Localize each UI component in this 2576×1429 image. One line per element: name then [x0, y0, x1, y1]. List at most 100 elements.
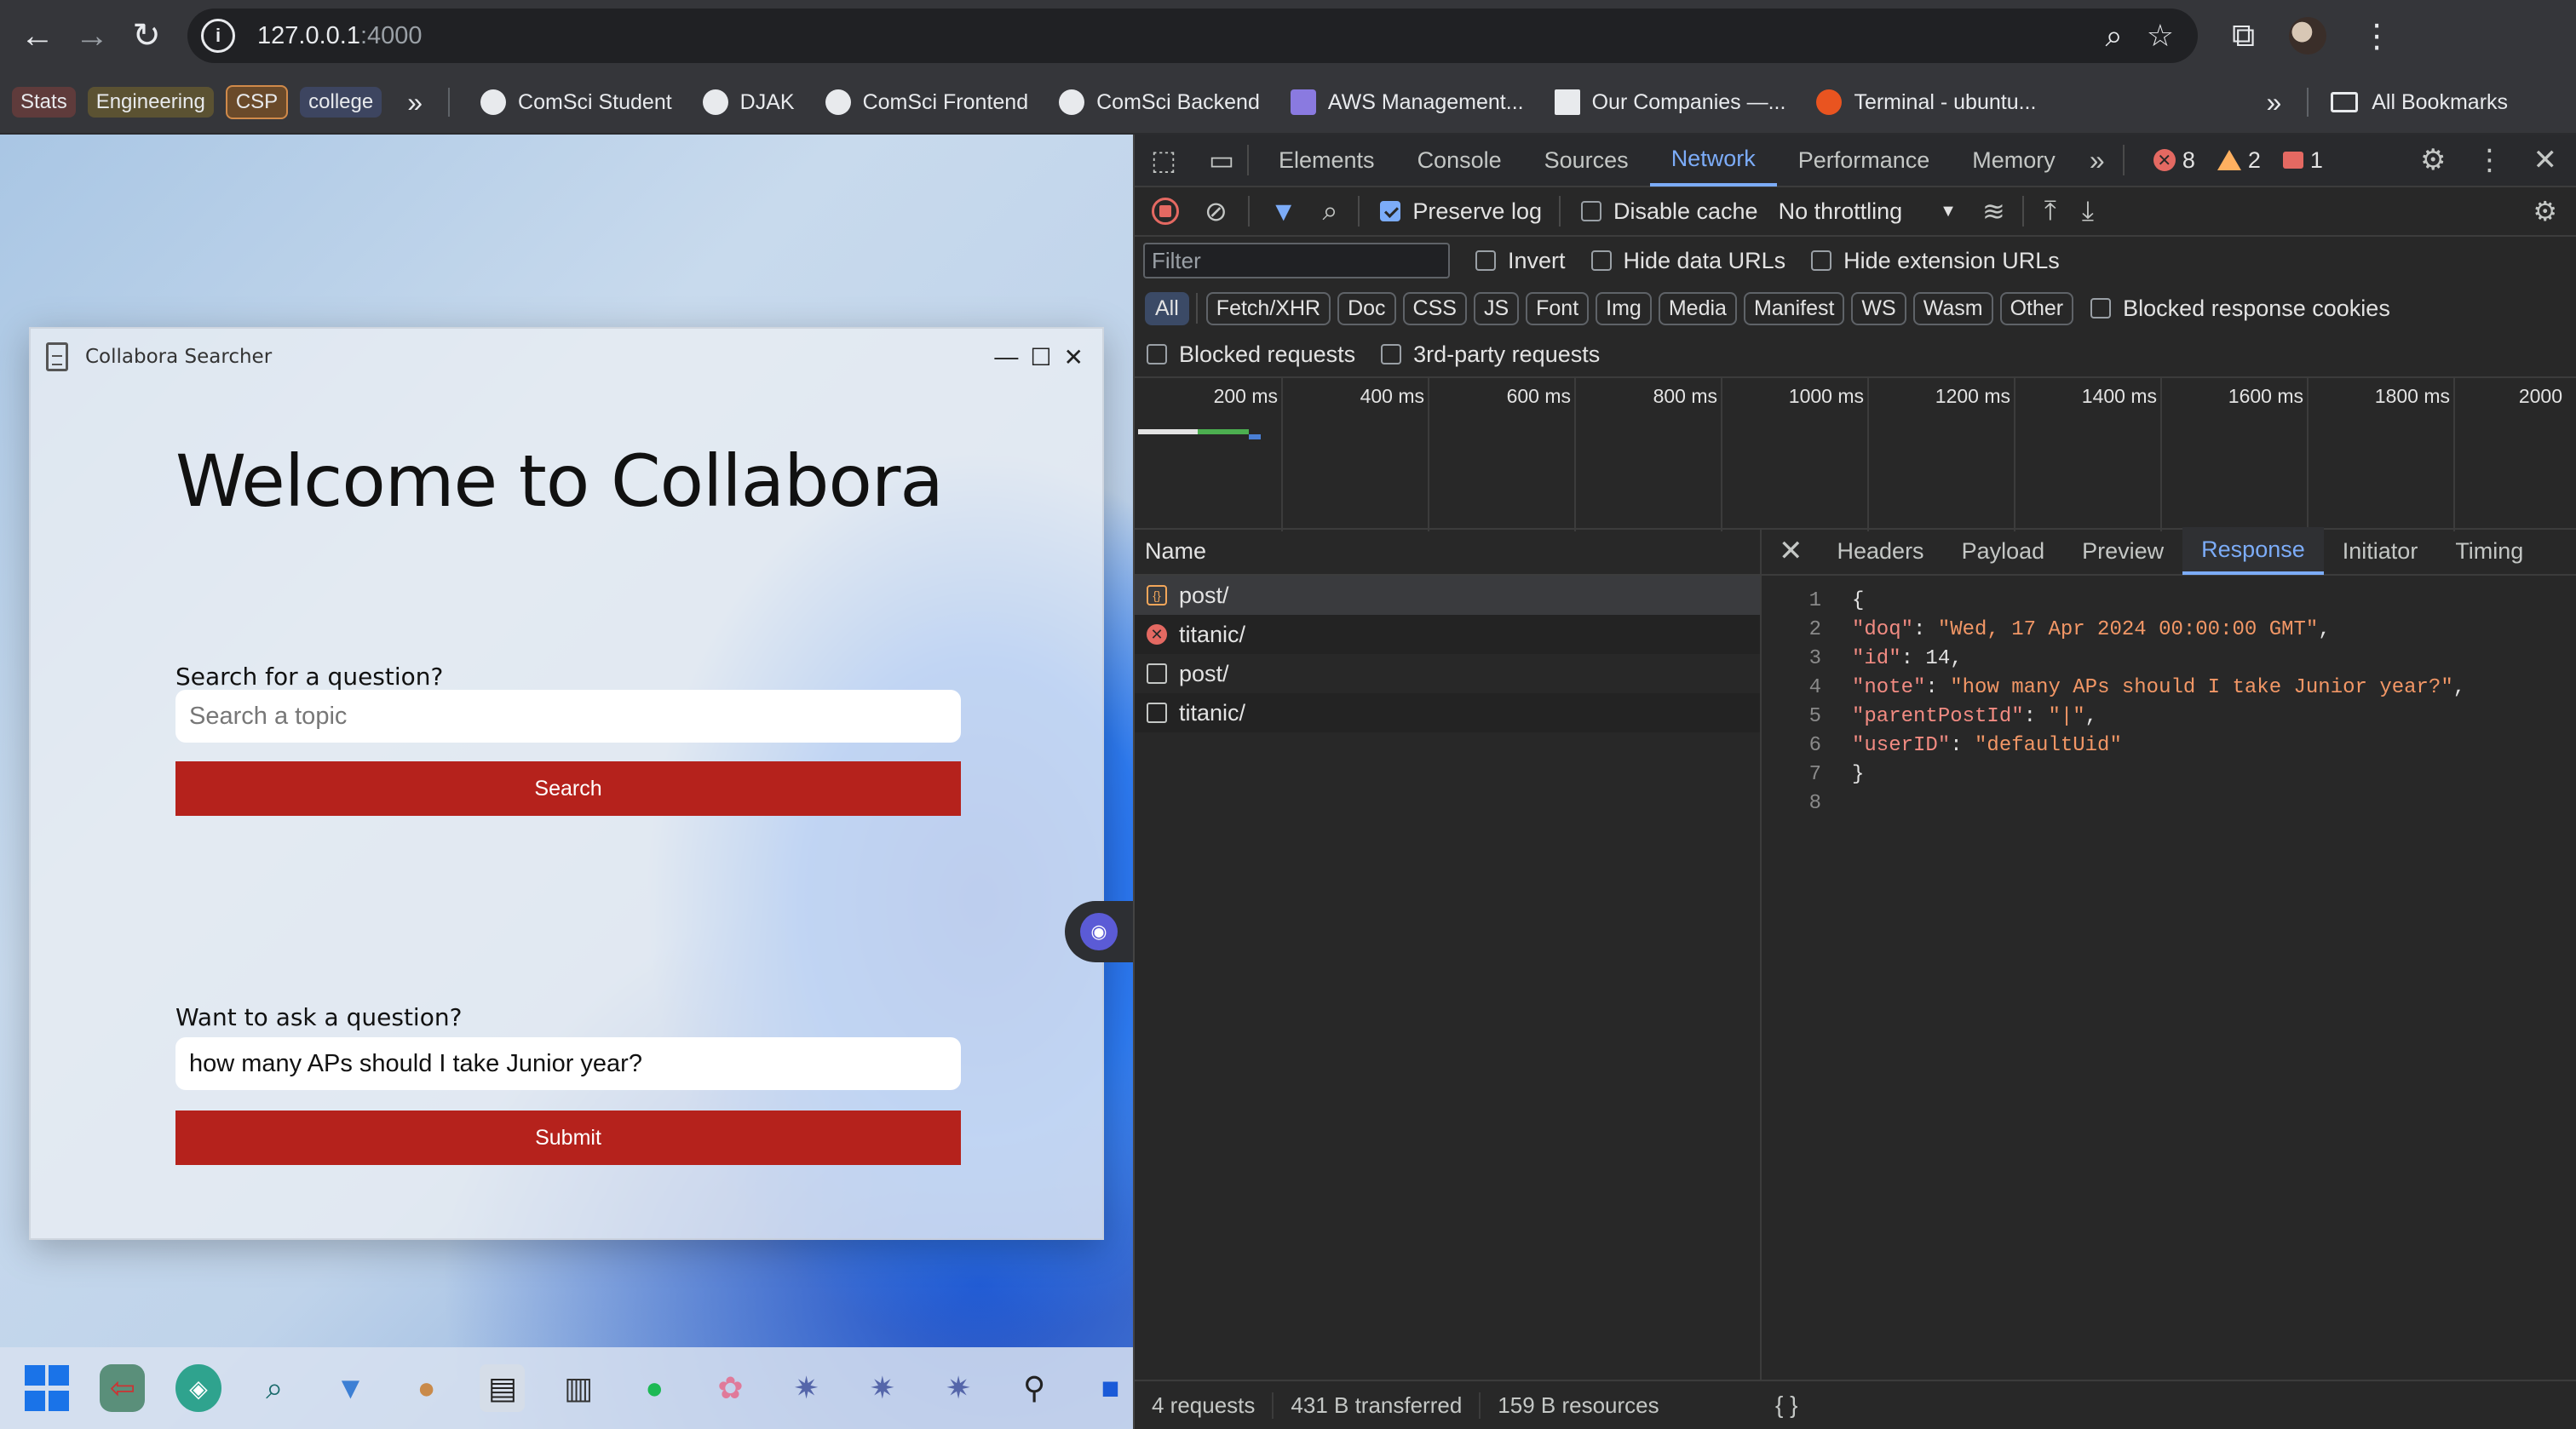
network-settings-icon[interactable]: ⚙ [2533, 195, 2557, 227]
hide-data-urls-checkbox[interactable]: Hide data URLs [1590, 248, 1785, 274]
type-wasm[interactable]: Wasm [1912, 291, 1993, 325]
error-count[interactable]: ✕ 8 [2153, 147, 2195, 174]
checkbox[interactable] [1580, 201, 1601, 221]
iceberg-icon[interactable]: ▼ [328, 1364, 373, 1412]
search-input[interactable] [175, 690, 961, 743]
browser-menu-icon[interactable]: ⋮ [2360, 17, 2393, 55]
inspect-element-icon[interactable]: ⬚ [1147, 145, 1181, 175]
type-js[interactable]: JS [1473, 291, 1520, 325]
settings-gear-icon[interactable]: ⚙ [2420, 143, 2446, 177]
bookmark-our-companies[interactable]: Our Companies —... [1554, 89, 1785, 115]
profile-avatar[interactable] [2289, 17, 2327, 55]
submit-button[interactable]: Submit [175, 1110, 961, 1165]
request-row[interactable]: post/ [1135, 654, 1760, 693]
tab-initiator[interactable]: Initiator [2324, 527, 2437, 575]
tab-response[interactable]: Response [2182, 527, 2324, 575]
type-doc[interactable]: Doc [1337, 291, 1396, 325]
tab-headers[interactable]: Headers [1819, 527, 1943, 575]
type-ws[interactable]: WS [1851, 291, 1906, 325]
request-row[interactable]: ✕ titanic/ [1135, 615, 1760, 654]
response-body[interactable]: 1{ 2 "doq": "Wed, 17 Apr 2024 00:00:00 G… [1762, 576, 2576, 818]
checkbox[interactable] [1381, 344, 1402, 364]
checkbox[interactable] [2090, 298, 2112, 319]
devtools-menu-icon[interactable]: ⋮ [2475, 143, 2504, 177]
search-button[interactable]: Search [175, 761, 961, 816]
filter-funnel-icon[interactable]: ▼ [1270, 196, 1297, 227]
eye-app-icon[interactable]: ◈ [175, 1364, 221, 1412]
assistant-bubble[interactable]: ◉ [1065, 901, 1133, 962]
checkbox[interactable] [1811, 250, 1832, 271]
type-font[interactable]: Font [1526, 291, 1590, 325]
blocked-requests-checkbox[interactable]: Blocked requests [1147, 341, 1355, 368]
throttling-select[interactable]: No throttling ▼ [1779, 198, 1957, 225]
checkbox[interactable] [1147, 344, 1167, 364]
bookmark-aws[interactable]: AWS Management... [1290, 89, 1524, 115]
bookmark-group-csp[interactable]: CSP [225, 85, 289, 119]
start-icon[interactable] [24, 1364, 69, 1412]
bookmark-group-stats[interactable]: Stats [12, 87, 76, 118]
bookmark-group-college[interactable]: college [300, 87, 382, 118]
hide-extension-urls-checkbox[interactable]: Hide extension URLs [1811, 248, 2060, 274]
pinwheel-icon[interactable]: ✷ [860, 1364, 905, 1412]
tab-elements[interactable]: Elements [1257, 134, 1396, 187]
exit-app-icon[interactable]: ⇦ [100, 1364, 146, 1412]
issue-count[interactable]: 1 [2282, 147, 2323, 174]
third-party-checkbox[interactable]: 3rd-party requests [1381, 341, 1600, 368]
tab-sources[interactable]: Sources [1523, 134, 1650, 187]
pinwheel-icon[interactable]: ✷ [935, 1364, 980, 1412]
network-overview-timeline[interactable]: 200 ms 400 ms 600 ms 800 ms 1000 ms 1200… [1135, 376, 2576, 531]
spotify-icon[interactable]: ● [632, 1364, 677, 1412]
request-row[interactable]: titanic/ [1135, 693, 1760, 732]
search-icon[interactable]: ⌕ [1322, 195, 1337, 227]
filter-input[interactable] [1143, 243, 1450, 278]
export-har-icon[interactable]: ⤓ [2082, 195, 2094, 227]
bookmark-comsci-frontend[interactable]: ComSci Frontend [825, 89, 1028, 115]
tab-network[interactable]: Network [1649, 134, 1777, 187]
bookmark-comsci-student[interactable]: ComSci Student [480, 89, 672, 115]
tab-console[interactable]: Console [1396, 134, 1523, 187]
maximize-icon[interactable]: ☐ [1030, 343, 1051, 371]
pinwheel-icon[interactable]: ✷ [784, 1364, 829, 1412]
back-arrow-icon[interactable]: ← [10, 9, 65, 63]
search-app-icon[interactable]: ⌕ [252, 1364, 297, 1412]
close-icon[interactable]: ✕ [2533, 143, 2558, 177]
pretty-print-icon[interactable]: { } [1775, 1392, 1797, 1419]
device-toolbar-icon[interactable]: ▭ [1205, 145, 1239, 175]
network-conditions-icon[interactable]: ≋ [1982, 195, 2005, 227]
invert-checkbox[interactable]: Invert [1475, 248, 1566, 274]
all-bookmarks[interactable]: All Bookmarks [2331, 90, 2508, 115]
reload-icon[interactable]: ↻ [119, 9, 174, 63]
cookie-icon[interactable]: ● [404, 1364, 449, 1412]
request-row[interactable]: {} post/ [1135, 576, 1760, 615]
blocked-response-cookies-checkbox[interactable]: Blocked response cookies [2090, 296, 2390, 322]
bookmark-terminal[interactable]: Terminal - ubuntu... [1816, 89, 2036, 115]
more-tabs-icon[interactable]: » [2080, 145, 2114, 175]
checkbox[interactable] [1380, 201, 1401, 221]
bookmark-comsci-backend[interactable]: ComSci Backend [1059, 89, 1260, 115]
zoom-icon[interactable]: ⌕ [2106, 18, 2123, 55]
site-info-icon[interactable]: i [201, 19, 235, 53]
window-app-icon[interactable]: ■ [1088, 1364, 1133, 1412]
warning-count[interactable]: 2 [2217, 147, 2261, 174]
tab-preview[interactable]: Preview [2063, 527, 2182, 575]
bookmark-djak[interactable]: DJAK [702, 89, 795, 115]
forward-arrow-icon[interactable]: → [65, 9, 119, 63]
disable-cache-checkbox[interactable]: Disable cache [1580, 198, 1758, 225]
chevron-right-icon[interactable]: » [407, 87, 423, 118]
type-all[interactable]: All [1145, 291, 1189, 325]
column-header-name[interactable]: Name [1135, 528, 1760, 576]
tab-timing[interactable]: Timing [2436, 527, 2542, 575]
clear-icon[interactable]: ⊘ [1205, 195, 1228, 227]
url-text[interactable]: 127.0.0.1:4000 [257, 22, 423, 50]
extensions-icon[interactable]: ⧉ [2232, 18, 2255, 55]
chevron-right-icon[interactable]: » [2266, 87, 2281, 118]
notepad-icon[interactable]: ▤ [480, 1364, 526, 1412]
tab-payload[interactable]: Payload [1943, 527, 2064, 575]
checkbox[interactable] [1475, 250, 1496, 271]
tab-memory[interactable]: Memory [1951, 134, 2077, 187]
import-har-icon[interactable]: ⤒ [2044, 195, 2056, 227]
type-other[interactable]: Other [1999, 291, 2074, 325]
checkbox[interactable] [1590, 250, 1612, 271]
map-pin-icon[interactable]: ⚲ [1012, 1364, 1057, 1412]
record-stop-icon[interactable] [1152, 198, 1179, 225]
